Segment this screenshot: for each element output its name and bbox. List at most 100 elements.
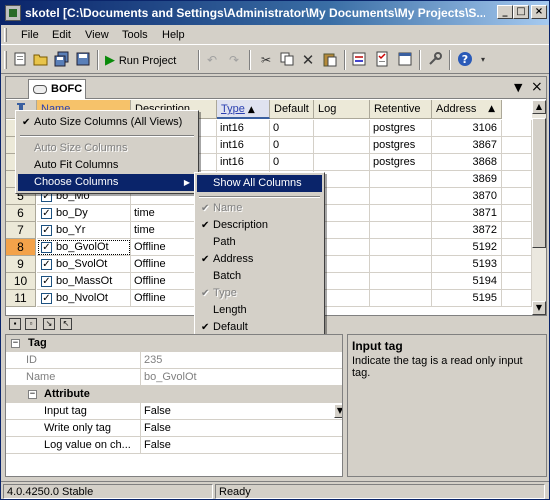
menu-help[interactable]: Help (162, 28, 185, 42)
column-header-address[interactable]: Address ▲ (432, 100, 502, 119)
save-icon[interactable] (74, 51, 92, 69)
toolbar-overflow-icon[interactable]: ▾ (478, 51, 488, 69)
scroll-thumb[interactable] (532, 118, 546, 248)
cell-log[interactable] (314, 120, 370, 137)
maximize-button[interactable]: □ (513, 5, 529, 19)
submenu-item-path[interactable]: Path (197, 234, 322, 251)
cell-address[interactable]: 3870 (432, 188, 502, 205)
column-header-default[interactable]: Default (270, 100, 314, 119)
scroll-up-icon[interactable]: ▲ (532, 100, 546, 114)
cell-retentive[interactable] (370, 290, 432, 307)
cell-address[interactable]: 5193 (432, 256, 502, 273)
help-icon[interactable]: ? (456, 51, 474, 69)
cell-address[interactable]: 3872 (432, 222, 502, 239)
save-all-icon[interactable] (53, 51, 71, 69)
property-value[interactable]: False (141, 437, 342, 454)
menu-auto-fit-columns[interactable]: Auto Fit Columns (18, 157, 196, 174)
cell-name[interactable]: ✓ bo_Yr (37, 222, 131, 239)
row-number[interactable]: 11 (6, 290, 36, 307)
cell-retentive[interactable] (370, 205, 432, 222)
cell-name[interactable]: ✓ bo_Dy (37, 205, 131, 222)
column-header-type[interactable]: Type ▲ (217, 100, 270, 119)
run-project-button[interactable]: ▶ Run Project (105, 51, 195, 69)
properties-icon[interactable] (350, 51, 368, 69)
delete-icon[interactable]: ✕ (299, 51, 317, 69)
new-icon[interactable] (11, 51, 29, 69)
cell-default[interactable]: 0 (270, 154, 314, 171)
submenu-item-description[interactable]: ✔ Description (197, 217, 322, 234)
scroll-down-icon[interactable]: ▼ (532, 301, 546, 315)
checkbox[interactable]: ✓ (41, 259, 52, 270)
row-number[interactable]: 9 (6, 256, 36, 273)
row-number[interactable]: 10 (6, 273, 36, 290)
title-bar[interactable]: skotel [C:\Documents and Settings\Admini… (1, 1, 549, 25)
cell-retentive[interactable] (370, 256, 432, 273)
cell-type[interactable]: int16 (217, 137, 270, 154)
menu-show-all-columns[interactable]: Show All Columns (197, 175, 322, 192)
property-value[interactable]: False (141, 403, 342, 420)
alphabetical-icon[interactable]: ▫ (25, 318, 37, 330)
cell-type[interactable]: int16 (217, 120, 270, 137)
collapse-toggle-icon[interactable]: − (28, 390, 37, 399)
menu-file[interactable]: File (21, 28, 39, 42)
submenu-item-batch[interactable]: Batch (197, 268, 322, 285)
close-button[interactable]: × (531, 5, 547, 19)
row-number[interactable]: 6 (6, 205, 36, 222)
menu-auto-size-all-views[interactable]: ✔ Auto Size Columns (All Views) (18, 114, 196, 131)
checkbox[interactable]: ✓ (41, 293, 52, 304)
cell-name[interactable]: ✓ bo_SvolOt (37, 256, 131, 273)
menu-edit[interactable]: Edit (52, 28, 71, 42)
copy-icon[interactable] (278, 51, 296, 69)
cell-retentive[interactable] (370, 171, 432, 188)
category-attribute[interactable]: − Attribute (6, 386, 342, 403)
cell-log[interactable] (314, 137, 370, 154)
cell-default[interactable]: 0 (270, 137, 314, 154)
window-icon[interactable] (396, 51, 414, 69)
cell-address[interactable]: 5195 (432, 290, 502, 307)
grid-vertical-scrollbar[interactable]: ▲ ▼ (532, 100, 546, 315)
property-row-name[interactable]: Name bo_GvolOt (6, 369, 342, 386)
dropdown-arrow-icon[interactable]: ▼ (334, 404, 342, 418)
cell-retentive[interactable] (370, 273, 432, 290)
cell-address[interactable]: 3106 (432, 120, 502, 137)
checklist-icon[interactable] (373, 51, 391, 69)
property-row-input-tag[interactable]: Input tag False ▼ (6, 403, 342, 420)
expand-icon[interactable]: ↘ (43, 318, 55, 330)
category-tag[interactable]: − Tag (6, 335, 342, 352)
tab-bofc[interactable]: BOFC (28, 79, 86, 99)
collapse-icon[interactable]: ↖ (60, 318, 72, 330)
tab-close-icon[interactable]: × (531, 79, 543, 95)
column-header-log[interactable]: Log (314, 100, 370, 119)
menu-choose-columns[interactable]: Choose Columns ▶ (18, 174, 196, 191)
open-icon[interactable] (32, 51, 50, 69)
row-number[interactable]: 8 (6, 239, 36, 256)
checkbox[interactable]: ✓ (41, 208, 52, 219)
minimize-button[interactable]: _ (497, 5, 513, 19)
paste-icon[interactable] (321, 51, 339, 69)
property-row-write-only[interactable]: Write only tag False (6, 420, 342, 437)
property-row-log-value[interactable]: Log value on ch... False (6, 437, 342, 454)
cell-address[interactable]: 3871 (432, 205, 502, 222)
checkbox[interactable]: ✓ (41, 276, 52, 287)
redo-icon[interactable]: ↷ (225, 51, 243, 69)
cell-name[interactable]: ✓ bo_NvolOt (37, 290, 131, 307)
row-number[interactable]: 7 (6, 222, 36, 239)
column-header-retentive[interactable]: Retentive (370, 100, 432, 119)
checkbox[interactable]: ✓ (41, 242, 52, 253)
cell-address[interactable]: 3867 (432, 137, 502, 154)
cut-icon[interactable]: ✂ (257, 51, 275, 69)
cell-address[interactable]: 5194 (432, 273, 502, 290)
property-row-id[interactable]: ID 235 (6, 352, 342, 369)
menu-view[interactable]: View (85, 28, 109, 42)
cell-type[interactable]: int16 (217, 154, 270, 171)
cell-retentive[interactable] (370, 188, 432, 205)
collapse-toggle-icon[interactable]: − (11, 339, 20, 348)
categorized-icon[interactable]: ▪ (9, 318, 21, 330)
menu-tools[interactable]: Tools (122, 28, 148, 42)
cell-name[interactable]: ✓ bo_MassOt (37, 273, 131, 290)
cell-retentive[interactable] (370, 239, 432, 256)
tab-dropdown-icon[interactable]: ▼ (514, 81, 522, 94)
cell-address[interactable]: 5192 (432, 239, 502, 256)
cell-retentive[interactable]: postgres (370, 154, 432, 171)
tools-icon[interactable] (426, 51, 444, 69)
